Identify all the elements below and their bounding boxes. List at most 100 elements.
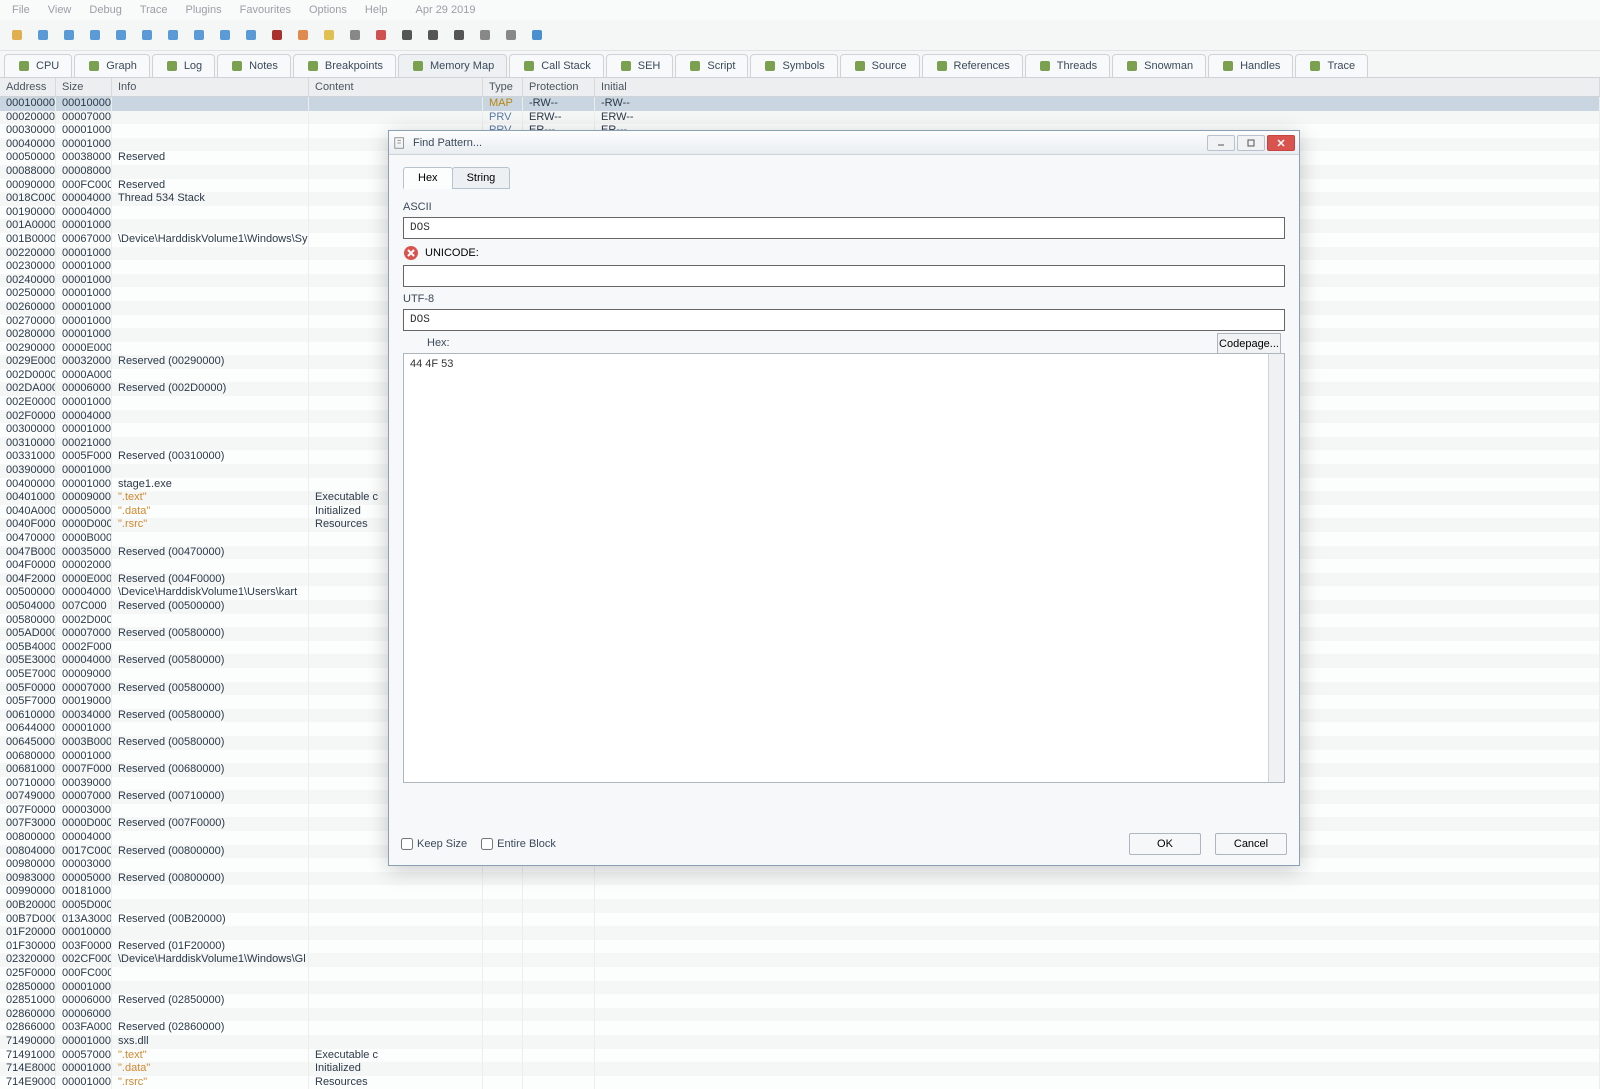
text-a[interactable]: [448, 24, 470, 46]
tab-hex[interactable]: Hex: [403, 167, 453, 189]
stop[interactable]: [58, 24, 80, 46]
tab-cpu[interactable]: CPU: [4, 54, 72, 77]
cancel-button[interactable]: Cancel: [1215, 833, 1287, 855]
arrow-right[interactable]: [84, 24, 106, 46]
entire-block-checkbox[interactable]: Entire Block: [481, 838, 556, 850]
tab-seh[interactable]: SEH: [606, 54, 674, 77]
tab-snowman[interactable]: Snowman: [1112, 54, 1206, 77]
list[interactable]: [500, 24, 522, 46]
header-content[interactable]: Content: [309, 78, 483, 96]
tag-yellow[interactable]: [318, 24, 340, 46]
hex-textarea[interactable]: 44 4F 53: [403, 353, 1285, 783]
hash[interactable]: [422, 24, 444, 46]
entire-block-label: Entire Block: [497, 838, 556, 850]
tab-call-stack[interactable]: Call Stack: [509, 54, 604, 77]
tab-script[interactable]: Script: [675, 54, 748, 77]
tab-label: Graph: [106, 60, 137, 72]
table-row[interactable]: 01F30000003F0000Reserved (01F20000): [0, 940, 1600, 954]
utf8-input[interactable]: [403, 309, 1285, 331]
tab-memory-map[interactable]: Memory Map: [398, 54, 507, 77]
ascii-input[interactable]: [403, 217, 1285, 239]
table-row[interactable]: 01F2000000010000: [0, 926, 1600, 940]
menu-trace[interactable]: Trace: [140, 4, 168, 16]
tab-label: SEH: [638, 60, 661, 72]
tab-trace[interactable]: Trace: [1295, 54, 1368, 77]
fx[interactable]: [396, 24, 418, 46]
table-row[interactable]: 00B200000005D000: [0, 899, 1600, 913]
tag-red[interactable]: [370, 24, 392, 46]
table-row[interactable]: 0285100000006000Reserved (02850000): [0, 994, 1600, 1008]
eraser[interactable]: [292, 24, 314, 46]
table-row[interactable]: 0002000000007000PRVERW--ERW--: [0, 111, 1600, 125]
tab-notes[interactable]: Notes: [217, 54, 291, 77]
menu-options[interactable]: Options: [309, 4, 347, 16]
tab-breakpoints[interactable]: Breakpoints: [293, 54, 396, 77]
header-size[interactable]: Size: [56, 78, 112, 96]
menu-file[interactable]: File: [12, 4, 30, 16]
menu-bar: File View Debug Trace Plugins Favourites Optio…: [0, 0, 1600, 20]
notes-icon: [230, 59, 244, 73]
header-address[interactable]: Address: [0, 78, 56, 96]
header-protection[interactable]: Protection: [523, 78, 595, 96]
tab-label: Memory Map: [430, 60, 494, 72]
table-row[interactable]: 0001000000010000MAP-RW---RW--: [0, 97, 1600, 111]
tab-string[interactable]: String: [452, 167, 511, 189]
table-row[interactable]: 025F0000000FC000: [0, 967, 1600, 981]
tab-handles[interactable]: Handles: [1208, 54, 1293, 77]
tab-log[interactable]: Log: [152, 54, 215, 77]
header-initial[interactable]: Initial: [595, 78, 1600, 96]
table-row[interactable]: 0286000000006000: [0, 1008, 1600, 1022]
dialog-titlebar[interactable]: Find Pattern...: [389, 131, 1299, 155]
undo[interactable]: [32, 24, 54, 46]
header-info[interactable]: Info: [112, 78, 309, 96]
step-over[interactable]: [162, 24, 184, 46]
step-into[interactable]: [136, 24, 158, 46]
tab-label: Symbols: [782, 60, 824, 72]
codepage-button[interactable]: Codepage...: [1217, 333, 1281, 355]
log-icon: [165, 59, 179, 73]
tab-symbols[interactable]: Symbols: [750, 54, 837, 77]
menu-help[interactable]: Help: [365, 4, 388, 16]
tab-references[interactable]: References: [922, 54, 1023, 77]
table-row[interactable]: 02320000002CF000\Device\HarddiskVolume1\…: [0, 953, 1600, 967]
globe[interactable]: [526, 24, 548, 46]
table-row[interactable]: 7149100000057000 ".text"Executable c: [0, 1049, 1600, 1063]
table-row[interactable]: 0099000000181000: [0, 885, 1600, 899]
pause[interactable]: [110, 24, 132, 46]
step-out[interactable]: [188, 24, 210, 46]
ok-button[interactable]: OK: [1129, 833, 1201, 855]
toolbar: [0, 20, 1600, 51]
table-row[interactable]: 00B7D000013A3000Reserved (00B20000): [0, 913, 1600, 927]
keep-size-checkbox[interactable]: Keep Size: [401, 838, 467, 850]
menu-favourites[interactable]: Favourites: [240, 4, 291, 16]
source-icon: [853, 59, 867, 73]
menu-view[interactable]: View: [48, 4, 72, 16]
handles-icon: [1221, 59, 1235, 73]
dialog-tabs: Hex String: [403, 167, 1285, 189]
close-button[interactable]: [1267, 135, 1295, 151]
menu-plugins[interactable]: Plugins: [186, 4, 222, 16]
tab-threads[interactable]: Threads: [1025, 54, 1110, 77]
tab-label: Snowman: [1144, 60, 1193, 72]
table-row[interactable]: 0098300000005000Reserved (00800000): [0, 872, 1600, 886]
table-row[interactable]: 02866000003FA000Reserved (02860000): [0, 1021, 1600, 1035]
anchor[interactable]: [240, 24, 262, 46]
tab-source[interactable]: Source: [840, 54, 920, 77]
header-type[interactable]: Type: [483, 78, 523, 96]
table-row[interactable]: 714E900000001000 ".rsrc"Resources: [0, 1076, 1600, 1089]
table-row[interactable]: 0285000000001000: [0, 981, 1600, 995]
folder-open[interactable]: [6, 24, 28, 46]
unicode-input[interactable]: [403, 265, 1285, 287]
run-to[interactable]: [214, 24, 236, 46]
tab-graph[interactable]: Graph: [74, 54, 150, 77]
scrollbar[interactable]: [1268, 354, 1284, 782]
minimize-button[interactable]: [1207, 135, 1235, 151]
menu-debug[interactable]: Debug: [89, 4, 121, 16]
page[interactable]: [474, 24, 496, 46]
maximize-button[interactable]: [1237, 135, 1265, 151]
link[interactable]: [344, 24, 366, 46]
table-row[interactable]: 7149000000001000sxs.dll: [0, 1035, 1600, 1049]
table-row[interactable]: 714E800000001000 ".data"Initialized: [0, 1062, 1600, 1076]
stop-red[interactable]: [266, 24, 288, 46]
tab-label: Log: [184, 60, 202, 72]
